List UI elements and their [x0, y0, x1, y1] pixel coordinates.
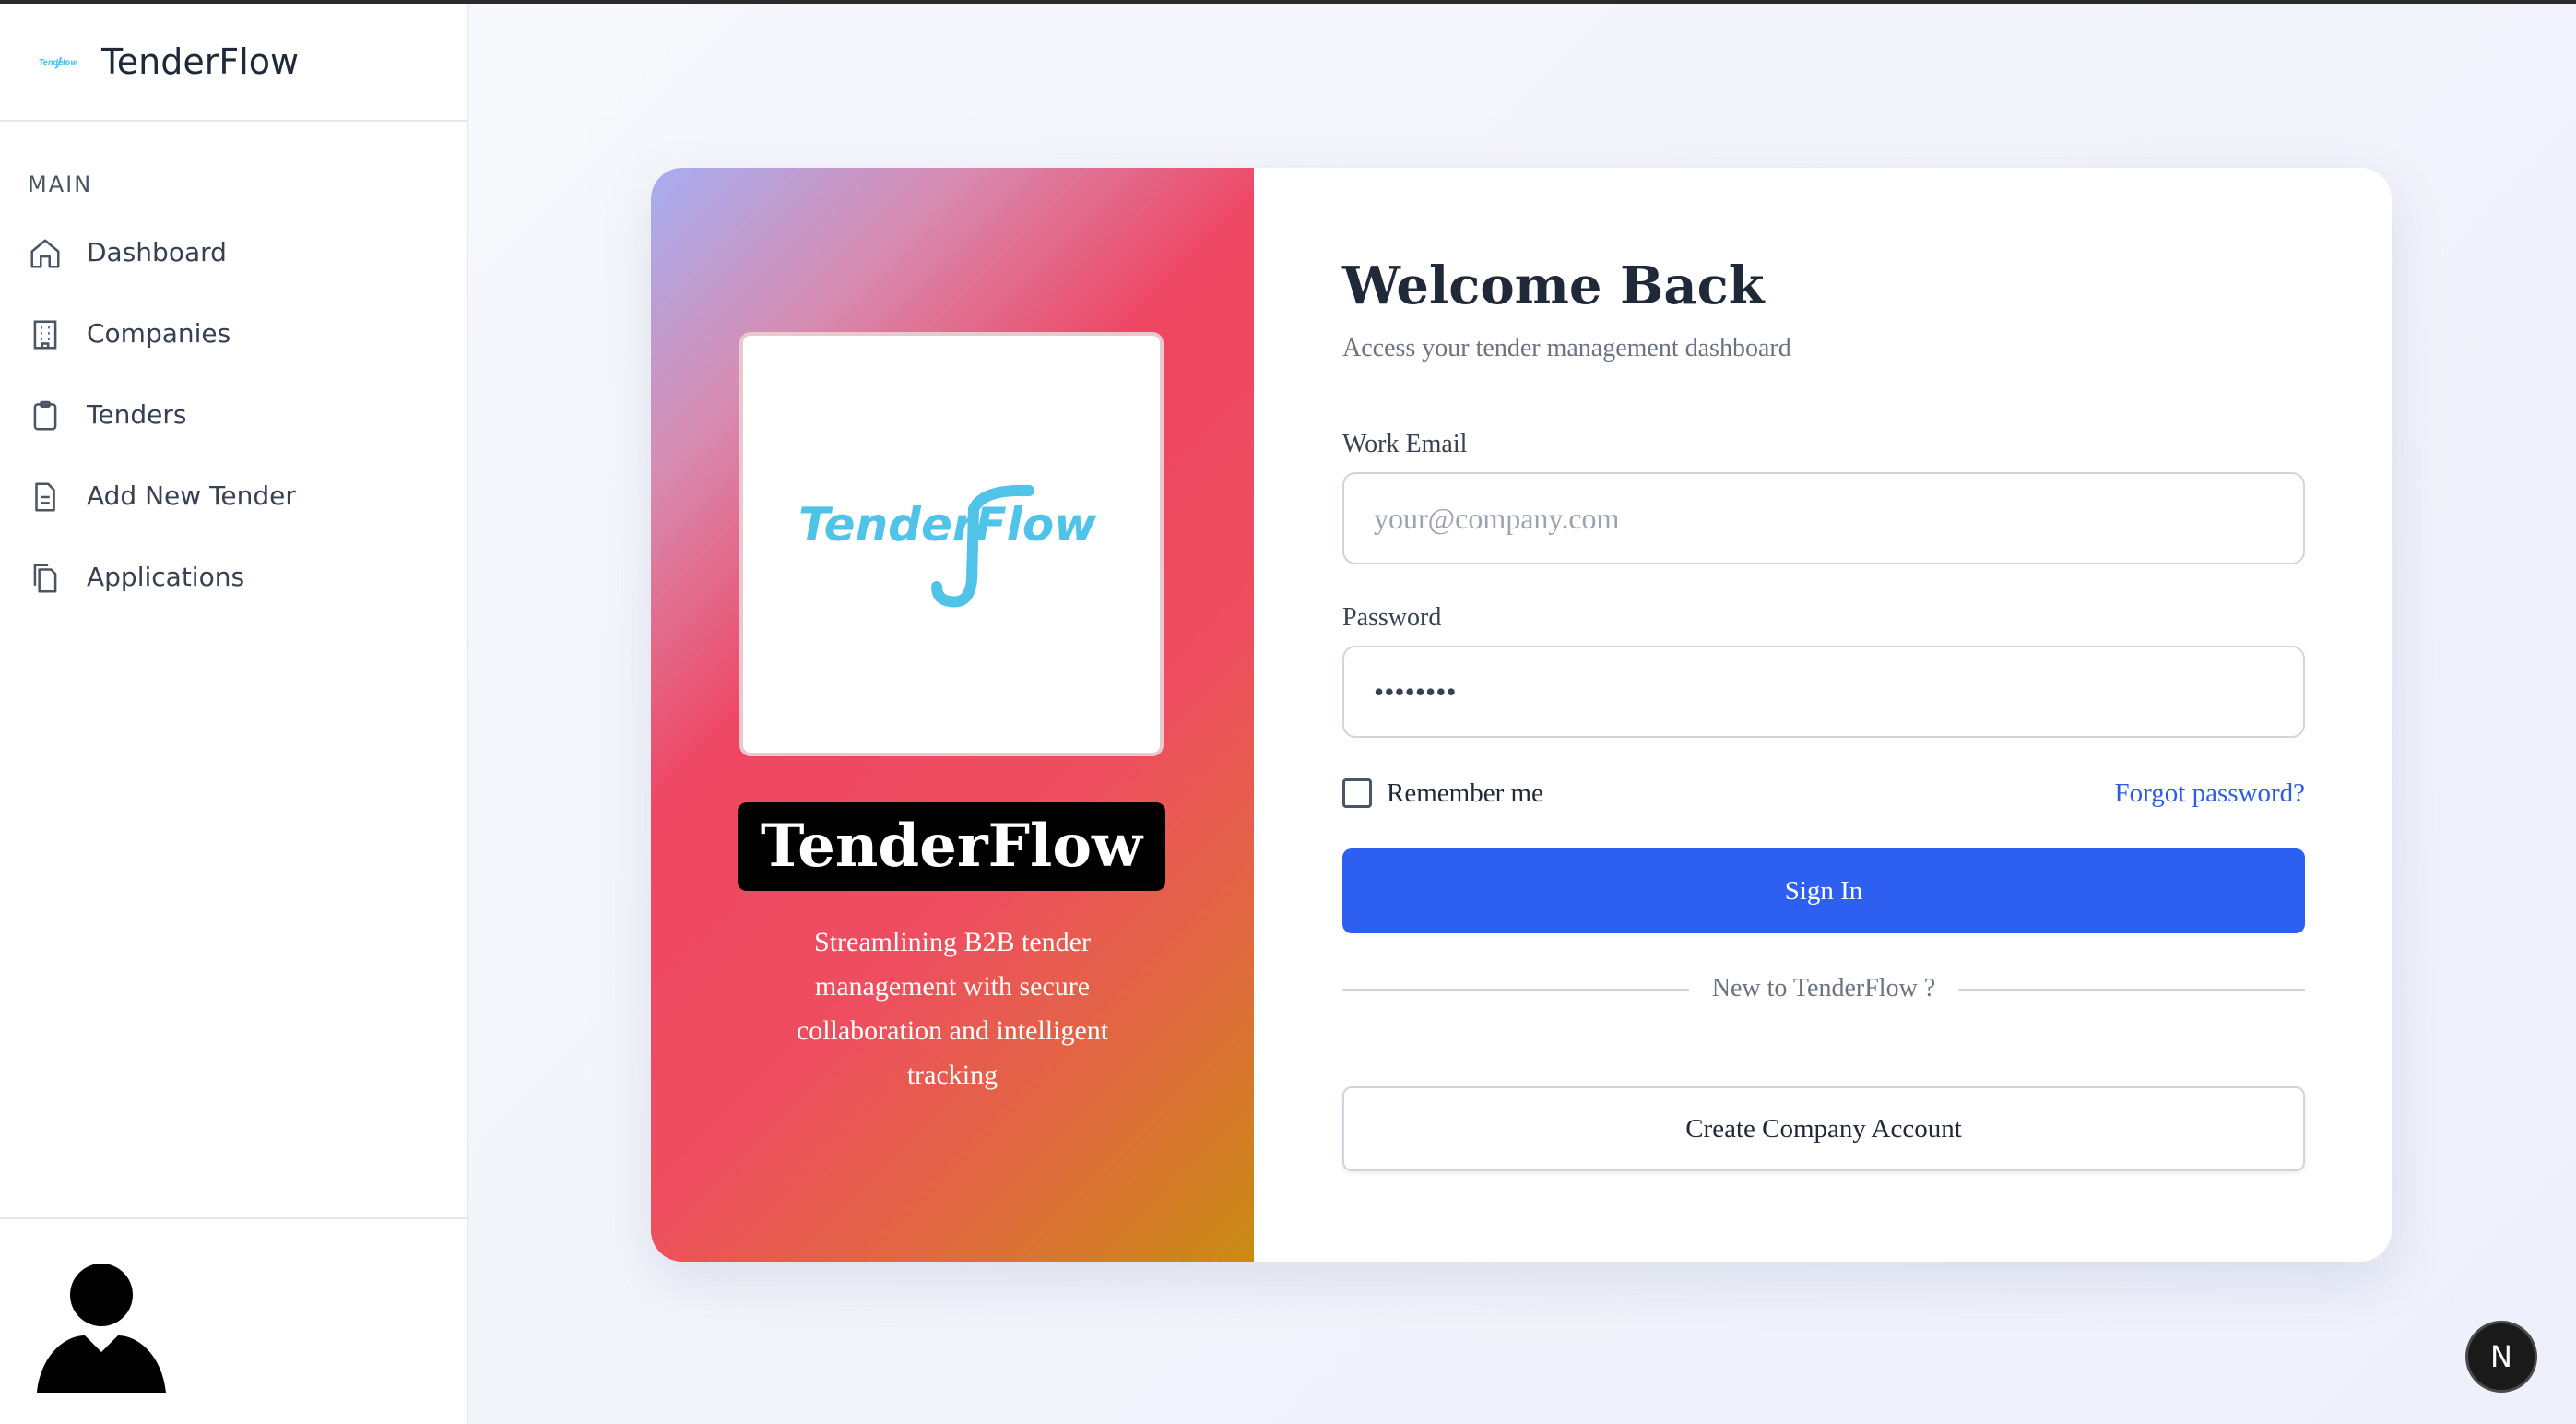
- login-card: TenderFlow TenderFlow Streamlining B2B t…: [651, 168, 2392, 1262]
- hero-subtitle: Streamlining B2B tender management with …: [796, 927, 1109, 1090]
- clipboard-icon: [33, 400, 57, 431]
- sidebar-item-label: Applications: [87, 562, 245, 592]
- sign-in-button[interactable]: Sign In: [1342, 848, 2305, 933]
- svg-text:low: low: [63, 58, 77, 66]
- sidebar-item-tenders[interactable]: Tenders: [28, 386, 443, 445]
- sidebar-footer: [0, 1217, 467, 1424]
- login-form: Welcome Back Access your tender manageme…: [1342, 168, 2305, 1262]
- copy-icon: [33, 564, 57, 593]
- building-icon: [33, 320, 57, 350]
- home-icon: [30, 239, 60, 268]
- remember-me-label[interactable]: Remember me: [1387, 777, 1543, 810]
- tenderflow-logo-image: TenderFlow: [798, 484, 1097, 608]
- brand-name: TenderFlow: [101, 42, 300, 82]
- logo-box: TenderFlow: [739, 332, 1164, 756]
- page-title: Welcome Back: [1342, 255, 1765, 316]
- nextjs-badge-icon[interactable]: N: [2465, 1321, 2537, 1393]
- logo-text-tender: TenderFlow: [798, 498, 1097, 552]
- create-company-account-button[interactable]: Create Company Account: [1342, 1086, 2305, 1171]
- page-subtitle: Access your tender management dashboard: [1342, 334, 1791, 362]
- hero-panel: TenderFlow TenderFlow Streamlining B2B t…: [651, 168, 1254, 1262]
- sidebar-item-add-new-tender[interactable]: Add New Tender: [28, 467, 443, 526]
- email-field[interactable]: [1342, 472, 2305, 564]
- password-label: Password: [1342, 603, 1442, 632]
- forgot-password-link[interactable]: Forgot password?: [2115, 777, 2305, 810]
- sidebar: Tender low TenderFlow MAIN Dashboard Com…: [0, 4, 468, 1424]
- sidebar-item-label: Dashboard: [87, 237, 227, 267]
- hero-title: TenderFlow: [738, 802, 1165, 891]
- user-avatar-icon[interactable]: [37, 1264, 166, 1393]
- sidebar-item-companies[interactable]: Companies: [28, 304, 443, 363]
- sidebar-item-label: Add New Tender: [87, 481, 296, 511]
- sidebar-brand[interactable]: Tender low TenderFlow: [0, 4, 467, 122]
- nav-section-label: MAIN: [28, 172, 93, 197]
- sidebar-item-applications[interactable]: Applications: [28, 548, 443, 607]
- sidebar-item-label: Tenders: [87, 399, 187, 430]
- password-field[interactable]: [1342, 646, 2305, 738]
- sidebar-item-dashboard[interactable]: Dashboard: [28, 223, 443, 282]
- divider-text: New to TenderFlow ?: [1689, 968, 1958, 1009]
- tenderflow-logo-icon: Tender low: [39, 56, 77, 69]
- sidebar-item-label: Companies: [87, 318, 231, 349]
- main-content: TenderFlow TenderFlow Streamlining B2B t…: [468, 4, 2576, 1424]
- remember-me-checkbox[interactable]: [1342, 778, 1372, 808]
- email-label: Work Email: [1342, 430, 1468, 458]
- document-icon: [35, 482, 55, 512]
